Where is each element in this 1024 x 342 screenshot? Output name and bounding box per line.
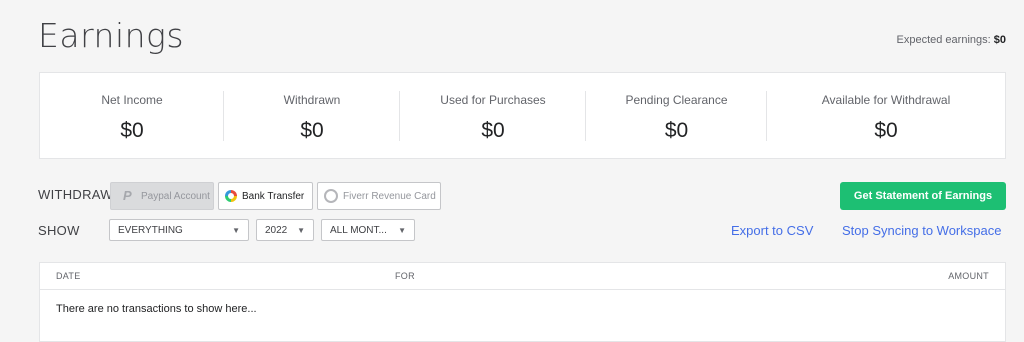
table-header: DATE FOR AMOUNT <box>40 263 1005 290</box>
stat-used-for-purchases: Used for Purchases $0 <box>400 73 586 158</box>
bank-transfer-button[interactable]: Bank Transfer <box>218 182 313 210</box>
fiverr-revenue-card-button[interactable]: Fiverr Revenue Card <box>317 182 441 210</box>
paypal-icon: P <box>123 188 132 203</box>
expected-earnings-label: Expected earnings: <box>896 34 991 46</box>
stat-label: Net Income <box>101 93 163 107</box>
stat-label: Available for Withdrawal <box>821 93 951 107</box>
expected-earnings-value: $0 <box>993 34 1006 46</box>
bank-transfer-icon <box>225 190 237 202</box>
page-title: Earnings <box>38 16 185 55</box>
transaction-type-select[interactable]: EVERYTHING ▼ <box>109 219 249 241</box>
stat-value: $0 <box>664 119 689 142</box>
stat-net-income: Net Income $0 <box>40 73 224 158</box>
transactions-table: DATE FOR AMOUNT There are no transaction… <box>39 262 1006 342</box>
stat-label: Used for Purchases <box>440 93 546 107</box>
paypal-account-label: Paypal Account <box>141 190 210 202</box>
year-select[interactable]: 2022 ▼ <box>256 219 314 241</box>
transaction-type-value: EVERYTHING <box>118 224 183 236</box>
get-statement-button[interactable]: Get Statement of Earnings <box>840 182 1006 210</box>
stat-label: Pending Clearance <box>625 93 728 107</box>
fiverr-revenue-card-label: Fiverr Revenue Card <box>343 190 436 202</box>
stat-pending-clearance: Pending Clearance $0 <box>586 73 767 158</box>
empty-state-message: There are no transactions to show here..… <box>56 303 257 315</box>
stat-withdrawn: Withdrawn $0 <box>224 73 400 158</box>
month-value: ALL MONT... <box>330 224 387 236</box>
chevron-down-icon: ▼ <box>398 225 406 235</box>
stat-value: $0 <box>874 119 898 142</box>
paypal-account-button[interactable]: P Paypal Account <box>110 182 214 210</box>
stat-value: $0 <box>120 119 144 142</box>
stat-label: Withdrawn <box>283 93 341 107</box>
stat-value: $0 <box>300 119 324 142</box>
stop-syncing-link[interactable]: Stop Syncing to Workspace <box>842 223 1001 238</box>
export-to-csv-link[interactable]: Export to CSV <box>731 223 813 238</box>
show-label: SHOW <box>38 223 80 238</box>
column-header-date[interactable]: DATE <box>56 271 81 281</box>
month-select[interactable]: ALL MONT... ▼ <box>321 219 415 241</box>
stat-available-for-withdrawal: Available for Withdrawal $0 <box>767 73 1005 158</box>
stat-value: $0 <box>481 119 505 142</box>
chevron-down-icon: ▼ <box>232 225 240 235</box>
chevron-down-icon: ▼ <box>297 225 305 235</box>
earnings-summary-card: Net Income $0 Withdrawn $0 Used for Purc… <box>39 72 1006 159</box>
revenue-card-icon <box>324 189 338 203</box>
withdraw-label: WITHDRAW <box>38 187 113 202</box>
expected-earnings: Expected earnings: $0 <box>897 34 1006 46</box>
year-value: 2022 <box>265 224 288 236</box>
bank-transfer-label: Bank Transfer <box>242 190 305 202</box>
column-header-amount[interactable]: AMOUNT <box>948 271 989 281</box>
column-header-for[interactable]: FOR <box>395 271 415 281</box>
